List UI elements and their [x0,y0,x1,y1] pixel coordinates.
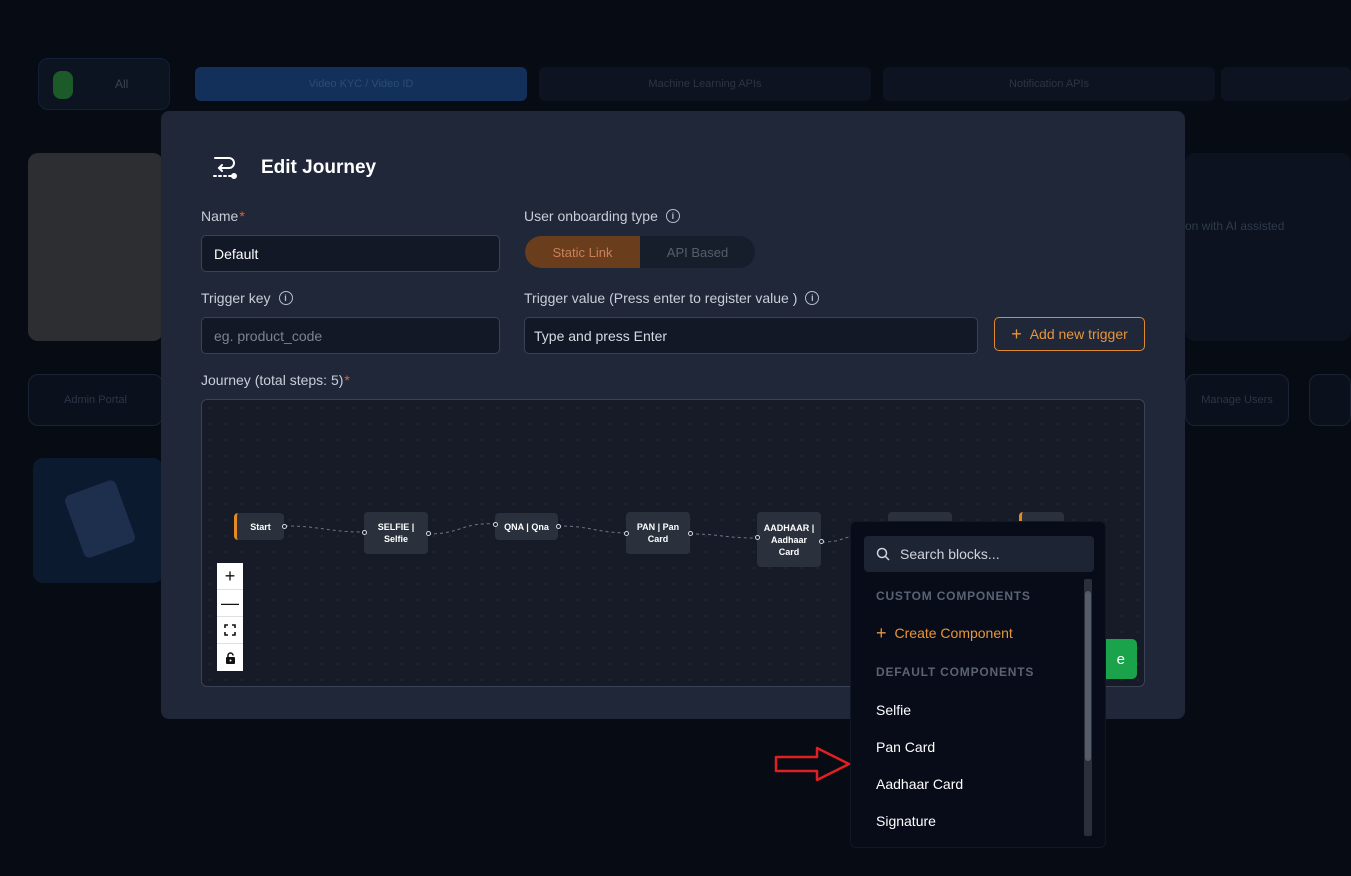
node-handle[interactable] [688,531,693,536]
bg-info-card: on with AI assisted [1185,153,1351,341]
bg-button-admin: Admin Portal [28,374,163,426]
info-icon[interactable]: i [278,291,293,305]
custom-components-heading: CUSTOM COMPONENTS [876,589,1031,603]
node-handle[interactable] [362,530,367,535]
journey-label: Journey (total steps: 5) * [201,372,350,388]
bg-toggle: All [38,58,170,110]
bg-tab-3 [1221,67,1351,101]
search-icon [876,547,890,561]
block-item-pan-card[interactable]: Pan Card [876,739,935,755]
node-handle[interactable] [819,539,824,544]
block-item-aadhaar-card[interactable]: Aadhaar Card [876,776,963,792]
option-api-based[interactable]: API Based [640,236,755,268]
bg-info-text: on with AI assisted [1185,219,1285,233]
plus-icon: + [876,623,887,643]
block-item-signature[interactable]: Signature [876,813,936,829]
fit-view-icon[interactable] [217,617,243,644]
node-handle[interactable] [755,535,760,540]
plus-icon: + [1011,324,1022,344]
search-blocks-input[interactable]: Search blocks... [864,536,1094,572]
trigger-key-label-text: Trigger key [201,290,271,306]
node-selfie[interactable]: SELFIE | Selfie [364,512,428,554]
node-handle[interactable] [624,531,629,536]
onboarding-label-text: User onboarding type [524,208,658,224]
lock-icon[interactable] [217,644,243,671]
journey-icon [204,151,244,183]
trigger-value-input[interactable]: Type and press Enter [524,317,978,354]
bg-tab-0: Video KYC / Video ID [195,67,527,101]
bg-button-extra [1309,374,1351,426]
node-aadhaar[interactable]: AADHAAR | Aadhaar Card [757,512,821,567]
name-label: Name * [201,208,245,224]
dropdown-scrollbar[interactable] [1084,579,1092,836]
info-icon[interactable]: i [665,209,680,223]
node-handle[interactable] [493,522,498,527]
search-placeholder: Search blocks... [900,546,1000,562]
bg-button-manage: Manage Users [1185,374,1289,426]
trigger-key-input[interactable]: eg. product_code [201,317,500,354]
bg-image-card [28,153,163,341]
node-handle[interactable] [556,524,561,529]
modal-title: Edit Journey [261,157,377,178]
scrollbar-thumb[interactable] [1085,591,1091,761]
add-trigger-label: Add new trigger [1029,326,1128,342]
node-handle[interactable] [426,531,431,536]
trigger-value-label-text: Trigger value (Press enter to register v… [524,290,798,306]
name-input[interactable]: Default [201,235,500,272]
block-picker-dropdown: Search blocks... CUSTOM COMPONENTS + Cre… [850,521,1106,848]
block-item-selfie[interactable]: Selfie [876,702,911,718]
info-icon[interactable]: i [805,291,820,305]
zoom-out-icon[interactable]: — [217,590,243,617]
trigger-value-label: Trigger value (Press enter to register v… [524,290,820,306]
node-qna[interactable]: QNA | Qna [495,513,558,540]
onboarding-label: User onboarding type i [524,208,680,224]
option-static-link[interactable]: Static Link [525,236,640,268]
red-arrow-annotation [774,746,851,782]
default-components-heading: DEFAULT COMPONENTS [876,665,1035,679]
zoom-controls: + — [217,563,243,671]
onboarding-type-toggle: Static Link API Based [525,236,755,268]
bg-toggle-label: All [115,77,129,91]
node-handle[interactable] [282,524,287,529]
add-trigger-button[interactable]: + Add new trigger [994,317,1145,351]
bg-document-card [33,458,163,583]
bg-tab-1: Machine Learning APIs [539,67,871,101]
create-component-button[interactable]: + Create Component [876,623,1013,643]
zoom-in-icon[interactable]: + [217,563,243,590]
node-start[interactable]: Start [234,513,284,540]
name-label-text: Name [201,208,239,224]
create-component-label: Create Component [894,625,1013,641]
trigger-key-label: Trigger key i [201,290,293,306]
journey-label-text: Journey (total steps: 5) [201,372,344,388]
bg-tab-2: Notification APIs [883,67,1215,101]
node-pan[interactable]: PAN | Pan Card [626,512,690,554]
